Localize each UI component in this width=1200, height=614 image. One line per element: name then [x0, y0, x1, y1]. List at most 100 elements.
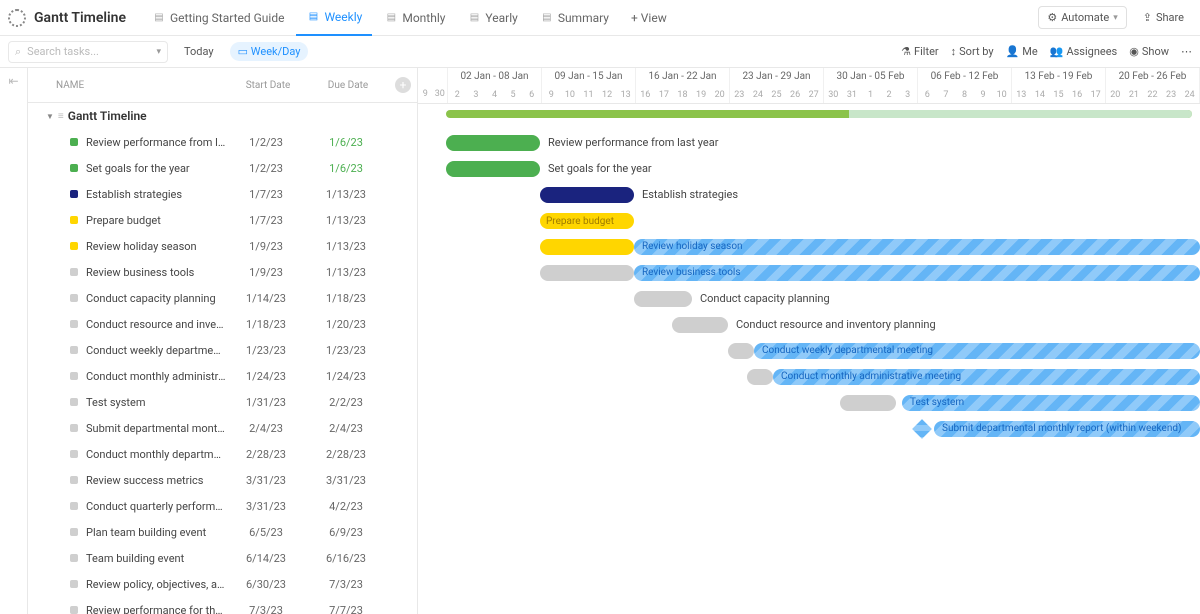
tab-summary[interactable]: ▤Summary: [530, 0, 619, 36]
task-start: 1/9/23: [226, 266, 306, 279]
gantt-bar[interactable]: [747, 369, 773, 385]
task-due: 1/13/23: [306, 188, 386, 201]
more-button[interactable]: ⋯: [1181, 45, 1192, 58]
gantt-bar[interactable]: [540, 265, 634, 281]
share-button[interactable]: ⇪ Share: [1135, 7, 1192, 28]
gantt-row: Prepare budget: [418, 208, 1200, 234]
collapse-sidebar-button[interactable]: ⇤: [0, 68, 28, 614]
weekday-toggle[interactable]: ▭ Week/Day: [230, 42, 309, 61]
task-row[interactable]: Submit departmental monthly re...2/4/232…: [28, 415, 417, 441]
task-due: 1/13/23: [306, 266, 386, 279]
task-row[interactable]: Review holiday season1/9/231/13/23: [28, 233, 417, 259]
gantt-extension-bar[interactable]: Test system: [902, 395, 1200, 411]
tab-yearly[interactable]: ▤Yearly: [457, 0, 527, 36]
list-icon: ≡: [58, 111, 64, 122]
share-icon: ⇪: [1143, 11, 1152, 24]
tab--view[interactable]: + View: [621, 0, 677, 36]
search-input[interactable]: ⌕ Search tasks... ▾: [8, 41, 168, 63]
task-due: 4/2/23: [306, 500, 386, 513]
gantt-bar[interactable]: Prepare budget: [540, 213, 634, 229]
task-name: Set goals for the year: [86, 162, 226, 175]
status-dot: [70, 164, 78, 172]
gantt-row: Test system: [418, 390, 1200, 416]
sortby-button[interactable]: ↕Sort by: [951, 45, 994, 58]
me-button[interactable]: 👤Me: [1006, 45, 1038, 58]
task-row[interactable]: Review business tools1/9/231/13/23: [28, 259, 417, 285]
task-row[interactable]: Conduct resource and inventory pl...1/18…: [28, 311, 417, 337]
gantt-extension-bar[interactable]: Review holiday season: [634, 239, 1200, 255]
task-start: 1/23/23: [226, 344, 306, 357]
status-dot: [70, 320, 78, 328]
gantt-bar[interactable]: Conduct resource and inventory planning: [672, 317, 728, 333]
gantt-bar[interactable]: Review performance from last year: [446, 135, 540, 151]
gantt-bar[interactable]: Establish strategies: [540, 187, 634, 203]
overall-progress-bar: [446, 110, 1192, 118]
caret-down-icon: ▼: [46, 112, 54, 121]
sort-icon: ↕: [951, 45, 957, 58]
show-button[interactable]: ◉Show: [1129, 45, 1169, 58]
person-icon: 👤: [1006, 45, 1020, 58]
task-row[interactable]: Team building event6/14/236/16/23: [28, 545, 417, 571]
gantt-bar[interactable]: Set goals for the year: [446, 161, 540, 177]
group-row[interactable]: ▼≡Gantt Timeline: [28, 103, 417, 129]
filter-button[interactable]: ⚗Filter: [901, 45, 938, 58]
task-name: Conduct monthly administrative m...: [86, 370, 226, 383]
task-row[interactable]: Review performance from last year1/2/231…: [28, 129, 417, 155]
task-row[interactable]: Conduct quarterly performance m...3/31/2…: [28, 493, 417, 519]
task-due: 7/7/23: [306, 604, 386, 614]
gantt-extension-bar[interactable]: Review business tools: [634, 265, 1200, 281]
gantt-row: Review holiday season: [418, 234, 1200, 260]
status-dot: [70, 372, 78, 380]
view-tabs: ▤Getting Started Guide▤Weekly▤Monthly▤Ye…: [142, 0, 1038, 36]
gantt-row: Review business tools: [418, 260, 1200, 286]
gantt-row: Conduct resource and inventory planning: [418, 312, 1200, 338]
task-row[interactable]: Set goals for the year1/2/231/6/23: [28, 155, 417, 181]
task-row[interactable]: Review policy, objectives, and busi...6/…: [28, 571, 417, 597]
add-column-button[interactable]: +: [395, 77, 411, 93]
view-icon: ▤: [306, 10, 320, 24]
task-row[interactable]: Conduct monthly departmental m... 2/28/23…: [28, 441, 417, 467]
task-row[interactable]: Plan team building event6/5/236/9/23: [28, 519, 417, 545]
task-row[interactable]: Test system1/31/232/2/23: [28, 389, 417, 415]
milestone-diamond[interactable]: [912, 419, 932, 439]
task-start: 3/31/23: [226, 500, 306, 513]
task-row[interactable]: Prepare budget1/7/231/13/23: [28, 207, 417, 233]
task-due: 1/6/23: [306, 162, 386, 175]
tab-weekly[interactable]: ▤Weekly: [296, 0, 372, 36]
task-row[interactable]: Conduct monthly administrative m...1/24/…: [28, 363, 417, 389]
gantt-row: [418, 468, 1200, 494]
assignees-button[interactable]: 👥Assignees: [1050, 45, 1118, 58]
col-start[interactable]: Start Date: [228, 80, 308, 91]
task-name: Prepare budget: [86, 214, 226, 227]
toolbar: ⌕ Search tasks... ▾ Today ▭ Week/Day ⚗Fi…: [0, 36, 1200, 68]
status-dot: [70, 424, 78, 432]
automate-button[interactable]: ⚙ Automate ▾: [1038, 6, 1126, 29]
task-name: Test system: [86, 396, 226, 409]
col-name[interactable]: NAME: [28, 80, 228, 91]
task-row[interactable]: Review performance for the last 6 ...7/3…: [28, 597, 417, 614]
gantt-bar[interactable]: [540, 239, 634, 255]
col-due[interactable]: Due Date: [308, 80, 388, 91]
task-name: Review performance for the last 6 ...: [86, 604, 226, 614]
gantt-bar[interactable]: [728, 343, 754, 359]
gantt-bar[interactable]: [840, 395, 896, 411]
gantt-bar[interactable]: Conduct capacity planning: [634, 291, 692, 307]
tab-monthly[interactable]: ▤Monthly: [374, 0, 455, 36]
task-start: 6/5/23: [226, 526, 306, 539]
gantt-extension-bar[interactable]: Submit departmental monthly report (with…: [934, 421, 1200, 437]
gantt-extension-bar[interactable]: Conduct weekly departmental meeting: [754, 343, 1200, 359]
task-row[interactable]: Establish strategies1/7/231/13/23: [28, 181, 417, 207]
task-due: 7/3/23: [306, 578, 386, 591]
task-due: 2/28/23: [306, 448, 386, 461]
task-row[interactable]: Conduct weekly departmental me...1/23/23…: [28, 337, 417, 363]
task-name: Conduct monthly departmental m...: [86, 448, 226, 461]
task-due: 6/9/23: [306, 526, 386, 539]
task-start: 1/24/23: [226, 370, 306, 383]
task-list-panel: NAME Start Date Due Date + ▼≡Gantt Timel…: [28, 68, 418, 614]
today-button[interactable]: Today: [176, 42, 222, 61]
status-dot: [70, 528, 78, 536]
task-row[interactable]: Review success metrics3/31/233/31/23: [28, 467, 417, 493]
gantt-extension-bar[interactable]: Conduct monthly administrative meeting: [773, 369, 1200, 385]
task-row[interactable]: Conduct capacity planning1/14/231/18/23: [28, 285, 417, 311]
tab-getting-started-guide[interactable]: ▤Getting Started Guide: [142, 0, 294, 36]
